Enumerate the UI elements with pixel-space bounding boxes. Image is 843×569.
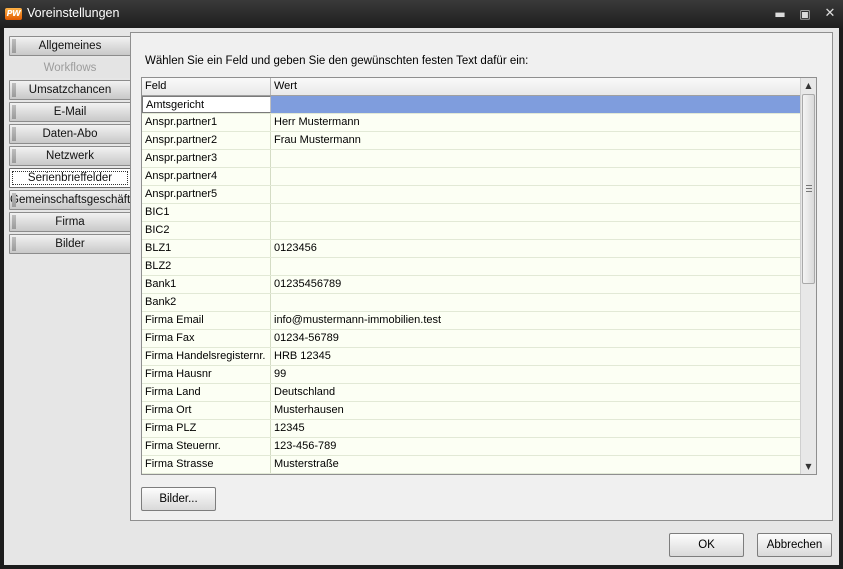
table-row[interactable]: Firma PLZ 12345 — [142, 420, 800, 438]
field-value-cell[interactable]: 12345 — [271, 420, 800, 437]
field-value-cell[interactable]: 0123456 — [271, 240, 800, 257]
nav-item-serienbrieffelder[interactable]: Serienbrieffelder — [9, 168, 131, 188]
table-row[interactable]: Anspr.partner4 — [142, 168, 800, 186]
field-value-cell[interactable] — [271, 204, 800, 221]
field-name-cell[interactable]: Firma Steuernr. — [142, 438, 271, 455]
field-name-cell[interactable]: Firma Hausnr — [142, 366, 271, 383]
field-name-cell[interactable]: Anspr.partner4 — [142, 168, 271, 185]
title-bar[interactable]: PW Voreinstellungen ▬ ▣ ✕ — [0, 0, 843, 28]
table-row[interactable]: Firma Strasse Musterstraße — [142, 456, 800, 474]
field-value-cell[interactable] — [271, 222, 800, 239]
table-row[interactable]: Amtsgericht — [142, 96, 800, 114]
field-name-cell[interactable]: BLZ2 — [142, 258, 271, 275]
field-name-cell[interactable]: Firma Ort — [142, 402, 271, 419]
field-value-cell[interactable] — [271, 150, 800, 167]
field-value-cell[interactable]: 123-456-789 — [271, 438, 800, 455]
field-name-cell[interactable]: Anspr.partner1 — [142, 114, 271, 131]
field-value-cell[interactable] — [271, 168, 800, 185]
field-name-cell[interactable]: Firma Email — [142, 312, 271, 329]
field-name-cell[interactable]: Amtsgericht — [142, 96, 271, 113]
table-row[interactable]: Bank1 01235456789 — [142, 276, 800, 294]
maximize-icon[interactable]: ▣ — [796, 6, 814, 22]
table-row[interactable]: Anspr.partner3 — [142, 150, 800, 168]
field-name-cell[interactable]: Anspr.partner5 — [142, 186, 271, 203]
table-row[interactable]: Firma Ort Musterhausen — [142, 402, 800, 420]
table-row[interactable]: Firma Handelsregisternr. HRB 12345 — [142, 348, 800, 366]
field-value-cell[interactable]: HRB 12345 — [271, 348, 800, 365]
bilder-button[interactable]: Bilder... — [141, 487, 216, 511]
field-value-cell[interactable]: Deutschland — [271, 384, 800, 401]
table-row[interactable]: Anspr.partner5 — [142, 186, 800, 204]
table-row[interactable]: BLZ1 0123456 — [142, 240, 800, 258]
field-name-cell[interactable]: Anspr.partner3 — [142, 150, 271, 167]
settings-panel: Wählen Sie ein Feld und geben Sie den ge… — [130, 32, 833, 521]
field-value-cell[interactable]: Frau Mustermann — [271, 132, 800, 149]
table-row[interactable]: BIC2 — [142, 222, 800, 240]
app-logo-icon: PW — [5, 8, 22, 20]
nav-item-gemeinschaftsgeschäft[interactable]: Gemeinschaftsgeschäft — [9, 190, 131, 210]
column-header-feld[interactable]: Feld — [142, 78, 271, 95]
preferences-window: PW Voreinstellungen ▬ ▣ ✕ Allgemeines Wor… — [0, 0, 843, 569]
fields-table: Feld Wert Amtsgericht Anspr.partner1 Herr … — [141, 77, 817, 475]
nav-item-daten-abo[interactable]: Daten-Abo — [9, 124, 131, 144]
table-row[interactable]: Firma Steuernr. 123-456-789 — [142, 438, 800, 456]
dialog-body: Allgemeines Workflows Umsatzchancen E-Mail D… — [4, 28, 839, 565]
scroll-up-icon[interactable]: ▲ — [801, 78, 816, 93]
table-row[interactable]: Firma Land Deutschland — [142, 384, 800, 402]
field-value-cell[interactable]: 01234-56789 — [271, 330, 800, 347]
field-name-cell[interactable]: Firma Handelsregisternr. — [142, 348, 271, 365]
instruction-text: Wählen Sie ein Feld und geben Sie den ge… — [145, 55, 529, 67]
ok-button[interactable]: OK — [669, 533, 744, 557]
field-name-cell[interactable]: Bank1 — [142, 276, 271, 293]
field-value-cell[interactable]: 01235456789 — [271, 276, 800, 293]
field-name-cell[interactable]: BIC2 — [142, 222, 271, 239]
field-value-cell[interactable] — [271, 258, 800, 275]
nav-item-allgemeines[interactable]: Allgemeines — [9, 36, 131, 56]
scrollbar-thumb[interactable] — [802, 94, 815, 284]
field-value-cell[interactable] — [271, 96, 800, 113]
table-row[interactable]: Bank2 — [142, 294, 800, 312]
close-icon[interactable]: ✕ — [821, 6, 839, 22]
table-row[interactable]: Firma Fax 01234-56789 — [142, 330, 800, 348]
table-row[interactable]: Firma Email info@mustermann-immobilien.te… — [142, 312, 800, 330]
window-title: Voreinstellungen — [27, 6, 120, 20]
nav-item-e-mail[interactable]: E-Mail — [9, 102, 131, 122]
nav-item-bilder[interactable]: Bilder — [9, 234, 131, 254]
nav-item-netzwerk[interactable]: Netzwerk — [9, 146, 131, 166]
field-value-cell[interactable]: info@mustermann-immobilien.test — [271, 312, 800, 329]
scroll-down-icon[interactable]: ▼ — [801, 459, 816, 474]
table-row[interactable]: Anspr.partner1 Herr Mustermann — [142, 114, 800, 132]
field-value-cell[interactable] — [271, 186, 800, 203]
table-row[interactable]: Firma Hausnr 99 — [142, 366, 800, 384]
table-row[interactable]: BLZ2 — [142, 258, 800, 276]
field-value-cell[interactable]: Musterhausen — [271, 402, 800, 419]
field-name-cell[interactable]: Bank2 — [142, 294, 271, 311]
nav-item-umsatzchancen[interactable]: Umsatzchancen — [9, 80, 131, 100]
column-header-wert[interactable]: Wert — [271, 78, 800, 95]
field-name-cell[interactable]: Firma PLZ — [142, 420, 271, 437]
vertical-scrollbar[interactable]: ▲ ▼ — [800, 78, 816, 474]
field-value-cell[interactable]: 99 — [271, 366, 800, 383]
field-name-cell[interactable]: Firma Strasse — [142, 456, 271, 473]
table-row[interactable]: BIC1 — [142, 204, 800, 222]
field-name-cell[interactable]: Firma Land — [142, 384, 271, 401]
nav-item-workflows: Workflows — [9, 58, 131, 78]
minimize-icon[interactable]: ▬ — [771, 6, 789, 22]
field-value-cell[interactable]: Herr Mustermann — [271, 114, 800, 131]
field-value-cell[interactable] — [271, 294, 800, 311]
field-name-cell[interactable]: BIC1 — [142, 204, 271, 221]
field-name-cell[interactable]: Anspr.partner2 — [142, 132, 271, 149]
field-name-cell[interactable]: BLZ1 — [142, 240, 271, 257]
table-header: Feld Wert — [142, 78, 800, 96]
table-row[interactable]: Anspr.partner2 Frau Mustermann — [142, 132, 800, 150]
cancel-button[interactable]: Abbrechen — [757, 533, 832, 557]
field-name-cell[interactable]: Firma Fax — [142, 330, 271, 347]
field-value-cell[interactable]: Musterstraße — [271, 456, 800, 473]
grip-icon — [806, 185, 812, 192]
nav-item-firma[interactable]: Firma — [9, 212, 131, 232]
